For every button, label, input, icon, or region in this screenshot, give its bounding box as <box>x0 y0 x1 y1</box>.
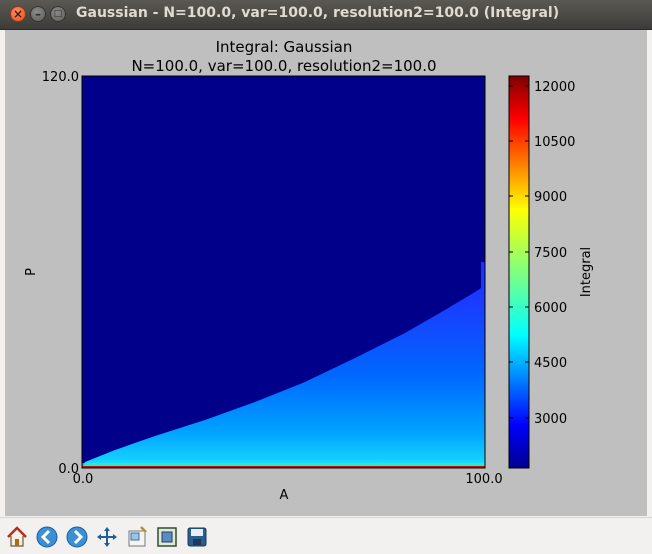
navigation-toolbar <box>0 517 652 554</box>
plot-title-line1: Integral: Gaussian <box>216 38 353 56</box>
forward-button[interactable] <box>64 524 90 550</box>
save-icon <box>187 527 207 547</box>
subplots-button[interactable] <box>154 524 180 550</box>
home-button[interactable] <box>4 524 30 550</box>
app-window: × – □ Gaussian - N=100.0, var=100.0, res… <box>0 0 652 554</box>
colorbar-label: Integral <box>579 247 594 297</box>
colorbar-tick-label: 12000 <box>534 80 575 95</box>
plot-svg: Integral: Gaussian N=100.0, var=100.0, r… <box>24 38 594 503</box>
home-icon <box>7 526 27 547</box>
close-window-button[interactable]: × <box>10 6 26 22</box>
y-axis-label: P <box>24 268 39 276</box>
back-button[interactable] <box>34 524 60 550</box>
colorbar: 12000 10500 9000 7500 6000 4500 3000 Integral <box>508 75 594 469</box>
colorbar-tick-label: 9000 <box>534 190 567 205</box>
maximize-window-button[interactable]: □ <box>50 6 66 22</box>
pan-icon <box>97 527 117 547</box>
x-axis-min-label: 0.0 <box>73 472 94 487</box>
zoom-button[interactable] <box>124 524 150 550</box>
colorbar-tick-label: 10500 <box>534 135 575 150</box>
forward-arrow-icon <box>66 526 88 548</box>
figure-canvas[interactable]: Integral: Gaussian N=100.0, var=100.0, r… <box>5 30 647 516</box>
zoom-icon <box>128 526 147 547</box>
minimize-window-button[interactable]: – <box>30 6 46 22</box>
window-title: Gaussian - N=100.0, var=100.0, resolutio… <box>76 5 560 21</box>
colorbar-gradient <box>508 75 530 469</box>
plot-title-line2: N=100.0, var=100.0, resolution2=100.0 <box>131 57 436 75</box>
colorbar-tick-label: 3000 <box>534 412 567 427</box>
colorbar-tick-label: 7500 <box>534 246 567 261</box>
back-arrow-icon <box>36 526 58 548</box>
heatmap-area <box>81 75 486 469</box>
y-axis-max-label: 120.0 <box>42 70 79 85</box>
x-axis-label: A <box>280 488 289 503</box>
title-bar: × – □ Gaussian - N=100.0, var=100.0, res… <box>0 0 652 30</box>
pan-button[interactable] <box>94 524 120 550</box>
save-button[interactable] <box>184 524 210 550</box>
colorbar-tick-label: 4500 <box>534 356 567 371</box>
x-axis-max-label: 100.0 <box>465 472 502 487</box>
subplots-icon <box>157 527 177 547</box>
colorbar-tick-label: 6000 <box>534 301 567 316</box>
